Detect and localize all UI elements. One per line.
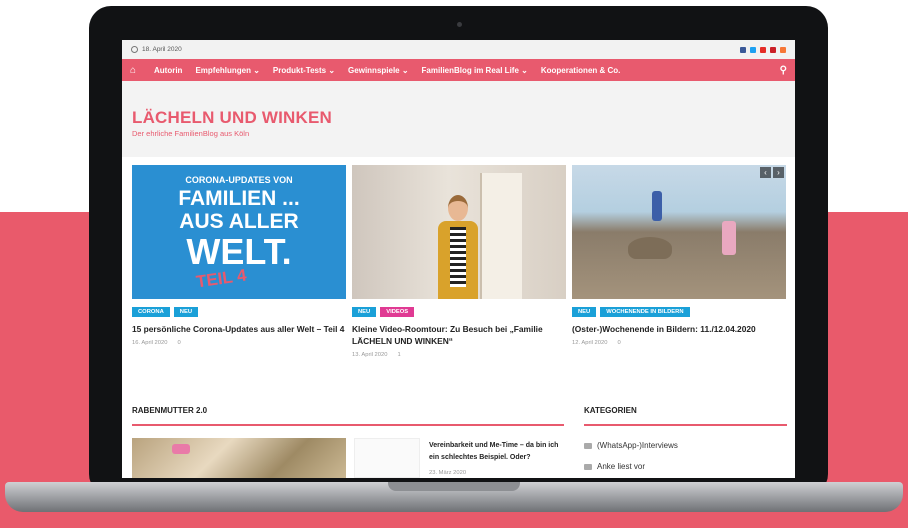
section-title-rabenmutter[interactable]: RABENMUTTER 2.0 [132, 406, 207, 415]
post-thumbnail[interactable]: ‹ › [572, 165, 786, 299]
section-title-kategorien: KATEGORIEN [584, 406, 637, 415]
site-tagline: Der ehrliche FamilienBlog aus Köln [132, 129, 250, 138]
laptop-base-notch [388, 482, 520, 491]
folder-icon [584, 463, 592, 470]
post-tags: NEU WOCHENENDE IN BILDERN [572, 307, 786, 317]
post-tags: NEU VIDEOS [352, 307, 566, 317]
sand-castle [628, 237, 672, 259]
slider-controls: ‹ › [760, 167, 784, 178]
nav-item-empfehlungen[interactable]: Empfehlungen ⌄ [195, 66, 259, 75]
post-title[interactable]: 15 persönliche Corona-Updates aus aller … [132, 323, 346, 335]
current-date: 18. April 2020 [142, 46, 182, 53]
post-date: 13. April 2020 [352, 352, 388, 358]
nav-item-kooperationen[interactable]: Kooperationen & Co. [541, 66, 621, 75]
browser-screen: 18. April 2020 ⌂ Autorin Empfehlungen ⌄ … [122, 40, 795, 478]
thumb-line-2: FAMILIEN ... [178, 187, 300, 210]
site-title[interactable]: LÄCHELN UND WINKEN [132, 108, 332, 128]
site-header: LÄCHELN UND WINKEN Der ehrliche Familien… [122, 81, 795, 157]
child-1 [652, 191, 662, 221]
post-thumbnail[interactable]: CORONA-UPDATES VON FAMILIEN ... AUS ALLE… [132, 165, 346, 299]
tag-corona[interactable]: CORONA [132, 307, 170, 317]
instagram-icon[interactable] [780, 46, 786, 53]
tag-neu[interactable]: NEU [572, 307, 597, 317]
post-meta: 12. April 2020 0 [572, 340, 786, 346]
section-underline [584, 424, 787, 426]
post-title[interactable]: (Oster-)Wochenende in Bildern: 11./12.04… [572, 323, 786, 335]
nav-item-autorin[interactable]: Autorin [154, 66, 182, 75]
top-bar: 18. April 2020 [122, 40, 795, 59]
child-2 [722, 221, 736, 255]
post-thumbnail[interactable] [132, 438, 346, 478]
slider-prev-icon[interactable]: ‹ [760, 167, 771, 178]
clock-icon [131, 46, 138, 53]
tag-neu[interactable]: NEU [173, 307, 199, 317]
post-thumbnail-small[interactable] [354, 438, 420, 478]
post-title[interactable]: Vereinbarkeit und Me-Time – da bin ich e… [429, 440, 569, 464]
search-icon[interactable]: ⚲ [780, 65, 787, 76]
category-label: (WhatsApp-)Interviews [597, 441, 678, 450]
post-date: 12. April 2020 [572, 340, 608, 346]
youtube-icon[interactable] [760, 46, 766, 53]
post-tags: CORONA NEU [132, 307, 346, 317]
featured-posts: CORONA-UPDATES VON FAMILIEN ... AUS ALLE… [132, 165, 787, 380]
nav-item-produkt-tests[interactable]: Produkt-Tests ⌄ [273, 66, 335, 75]
post-comments: 0 [177, 340, 181, 346]
post-comments: 0 [617, 340, 621, 346]
main-navigation: ⌂ Autorin Empfehlungen ⌄ Produkt-Tests ⌄… [122, 59, 795, 81]
door-shape [480, 173, 522, 299]
featured-post-2[interactable]: NEU VIDEOS Kleine Video-Roomtour: Zu Bes… [352, 165, 566, 358]
twitter-icon[interactable] [750, 46, 756, 53]
tag-neu[interactable]: NEU [352, 307, 377, 317]
webcam [457, 22, 462, 27]
image-object [172, 444, 190, 454]
facebook-icon[interactable] [740, 46, 746, 53]
person-shirt [450, 227, 466, 287]
post-comments: 1 [397, 352, 401, 358]
post-title[interactable]: Kleine Video-Roomtour: Zu Besuch bei „Fa… [352, 323, 566, 347]
post-meta: 13. April 2020 1 [352, 352, 566, 358]
tag-wochenende[interactable]: WOCHENENDE IN BILDERN [600, 307, 690, 317]
category-item[interactable]: (WhatsApp-)Interviews [584, 441, 678, 450]
nav-item-familienblog[interactable]: FamilienBlog im Real Life ⌄ [422, 66, 528, 75]
slider-next-icon[interactable]: › [773, 167, 784, 178]
post-meta: 16. April 2020 0 [132, 340, 346, 346]
thumb-line-1: CORONA-UPDATES VON [185, 175, 293, 185]
category-item[interactable]: Anke liest vor [584, 462, 645, 471]
featured-post-3[interactable]: ‹ › NEU WOCHENENDE IN BILDERN (Oster-)Wo… [572, 165, 786, 346]
pinterest-icon[interactable] [770, 46, 776, 53]
home-icon[interactable]: ⌂ [130, 65, 144, 76]
post-date: 23. März 2020 [429, 470, 467, 476]
post-thumbnail[interactable] [352, 165, 566, 299]
social-links [740, 46, 786, 53]
folder-icon [584, 442, 592, 449]
section-underline [132, 424, 564, 426]
tag-videos[interactable]: VIDEOS [380, 307, 415, 317]
category-label: Anke liest vor [597, 462, 646, 471]
featured-post-1[interactable]: CORONA-UPDATES VON FAMILIEN ... AUS ALLE… [132, 165, 346, 346]
nav-item-gewinnspiele[interactable]: Gewinnspiele ⌄ [348, 66, 409, 75]
post-date: 16. April 2020 [132, 340, 168, 346]
person-head [448, 195, 468, 221]
